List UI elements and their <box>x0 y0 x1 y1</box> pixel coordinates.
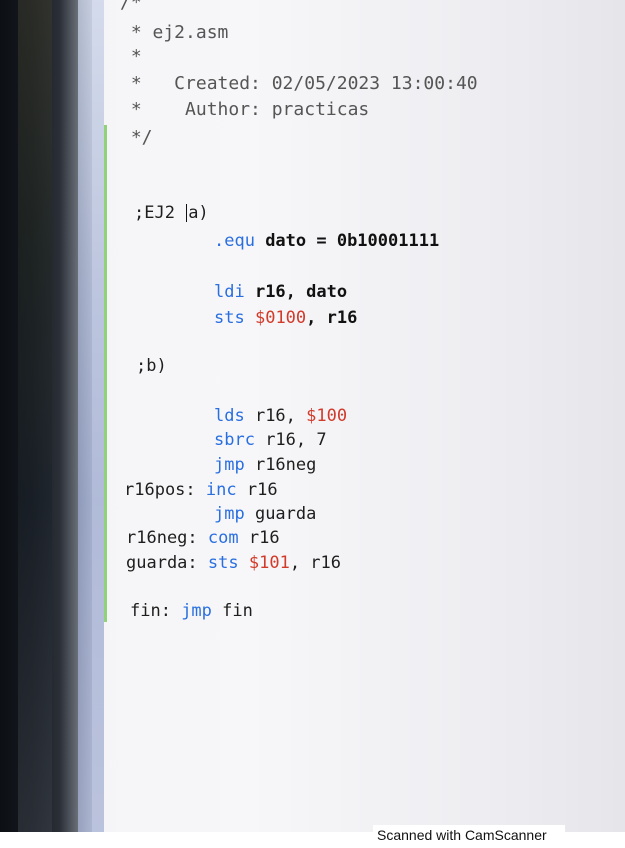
sts-line: sts $0100, r16 <box>214 307 357 329</box>
inc-args: r16 <box>236 480 278 500</box>
lds-regs: r16, <box>244 406 307 426</box>
jmp-args: r16neg <box>244 455 317 475</box>
guarda-line: guarda: sts $101, r16 <box>126 552 341 574</box>
jmp-op: jmp <box>214 504 245 524</box>
equ-directive: .equ <box>214 231 255 251</box>
section-a-line: ;EJ2 a) <box>134 202 209 224</box>
com-args: r16 <box>238 528 280 548</box>
comment-close: */ <box>120 127 153 148</box>
ldi-op: ldi <box>214 282 245 302</box>
sts-address: $0100 <box>254 308 307 328</box>
label-r16pos: r16pos: <box>124 480 206 500</box>
section-a-suffix: a) <box>188 203 209 223</box>
sts-op: sts <box>207 553 239 573</box>
fin-line: fin: jmp fin <box>130 600 253 622</box>
jmp-line-1: jmp r16neg <box>214 454 316 476</box>
ldi-args: r16, dato <box>244 282 348 302</box>
inc-op: inc <box>205 480 237 500</box>
lds-address: $100 <box>306 406 348 426</box>
photo: /* * ej2.asm * * Created: 02/05/2023 13:… <box>0 0 625 832</box>
comment-open: /* <box>120 0 142 13</box>
r16pos-line: r16pos: inc r16 <box>124 479 278 501</box>
jmp-op: jmp <box>214 455 245 475</box>
equ-line: .equ dato = 0b10001111 <box>214 230 439 252</box>
camscanner-watermark: Scanned with CamScanner <box>373 825 565 848</box>
lds-line: lds r16, $100 <box>214 405 347 427</box>
sts-address: $101 <box>248 553 290 573</box>
ldi-line: ldi r16, dato <box>214 281 347 303</box>
comment-created: * Created: 02/05/2023 13:00:40 <box>120 73 478 94</box>
sbrc-op: sbrc <box>214 430 255 450</box>
label-r16neg: r16neg: <box>126 528 208 548</box>
label-fin: fin: <box>130 601 182 621</box>
comment-author: * Author: practicas <box>120 99 370 120</box>
jmp-line-2: jmp guarda <box>214 503 316 525</box>
equ-definition: dato = 0b10001111 <box>254 231 440 251</box>
sts-rest: , r16 <box>306 308 358 328</box>
comment-file: * ej2.asm <box>120 22 229 43</box>
r16neg-line: r16neg: com r16 <box>126 527 280 549</box>
lds-op: lds <box>214 406 245 426</box>
code-editor[interactable]: /* * ej2.asm * * Created: 02/05/2023 13:… <box>0 0 625 832</box>
sts-op: sts <box>214 308 245 328</box>
fin-jmp-op: jmp <box>181 601 212 621</box>
fin-args: fin <box>211 601 253 621</box>
jmp-args: guarda <box>244 504 317 524</box>
sts-rest: , r16 <box>289 553 341 573</box>
label-guarda: guarda: <box>126 553 208 573</box>
section-a-label: ;EJ2 <box>134 203 186 223</box>
sbrc-line: sbrc r16, 7 <box>214 429 327 451</box>
comment-blank: * <box>120 46 142 67</box>
com-op: com <box>207 528 239 548</box>
sbrc-args: r16, 7 <box>254 430 327 450</box>
section-b-label: ;b) <box>136 356 167 376</box>
